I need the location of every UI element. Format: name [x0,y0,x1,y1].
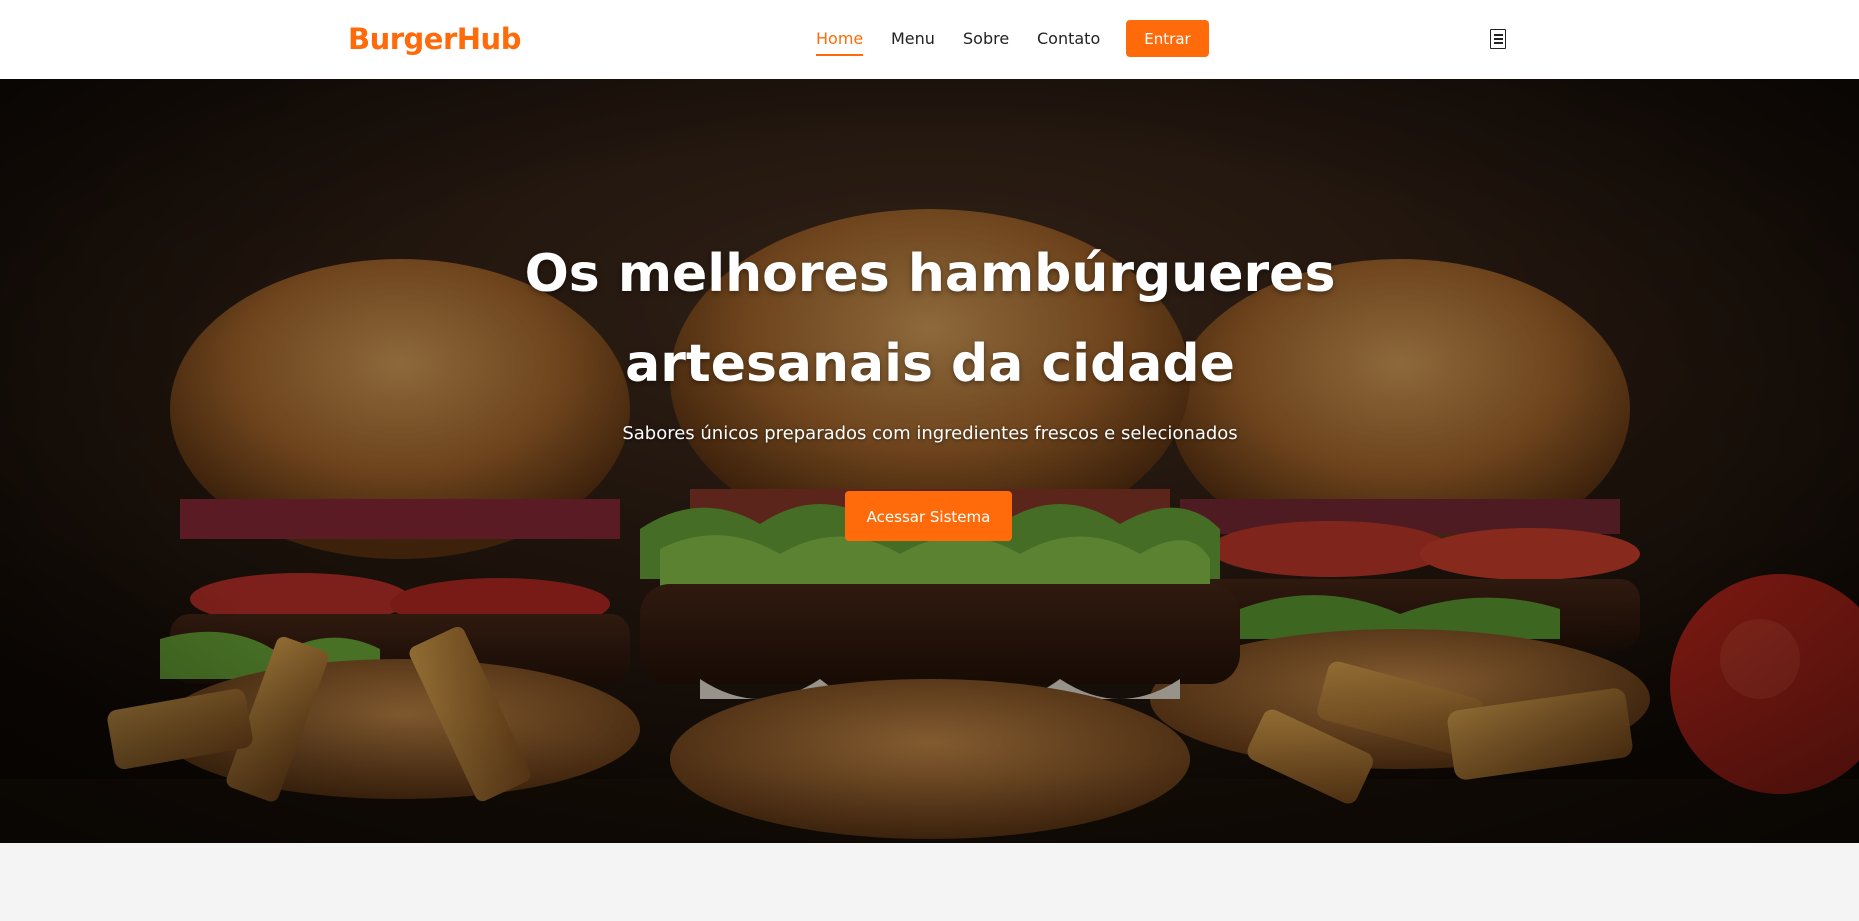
site-header: BurgerHub Home Menu Sobre Contato Entrar [0,0,1859,79]
menu-icon-bar [1493,42,1503,44]
next-section [0,843,1859,921]
brand-logo[interactable]: BurgerHub [348,22,521,57]
nav-link-sobre[interactable]: Sobre [963,28,1009,50]
hero-subtitle: Sabores únicos preparados com ingredient… [622,423,1238,444]
hero-section: Os melhores hambúrgueres artesanais da c… [0,79,1859,843]
hero-dark-overlay [0,79,1859,843]
nav-link-menu[interactable]: Menu [891,28,935,50]
hero-title: Os melhores hambúrgueres artesanais da c… [430,229,1430,409]
hamburger-menu-icon[interactable] [1490,29,1506,49]
login-button[interactable]: Entrar [1126,20,1209,57]
menu-icon-bar [1493,34,1503,36]
hero-title-line-1: Os melhores hambúrgueres [524,244,1336,304]
hero-title-line-2: artesanais da cidade [625,334,1235,394]
access-system-button[interactable]: Acessar Sistema [845,491,1012,541]
nav-link-contato[interactable]: Contato [1037,28,1100,50]
menu-icon-bar [1493,38,1503,40]
nav-link-home[interactable]: Home [816,28,864,56]
